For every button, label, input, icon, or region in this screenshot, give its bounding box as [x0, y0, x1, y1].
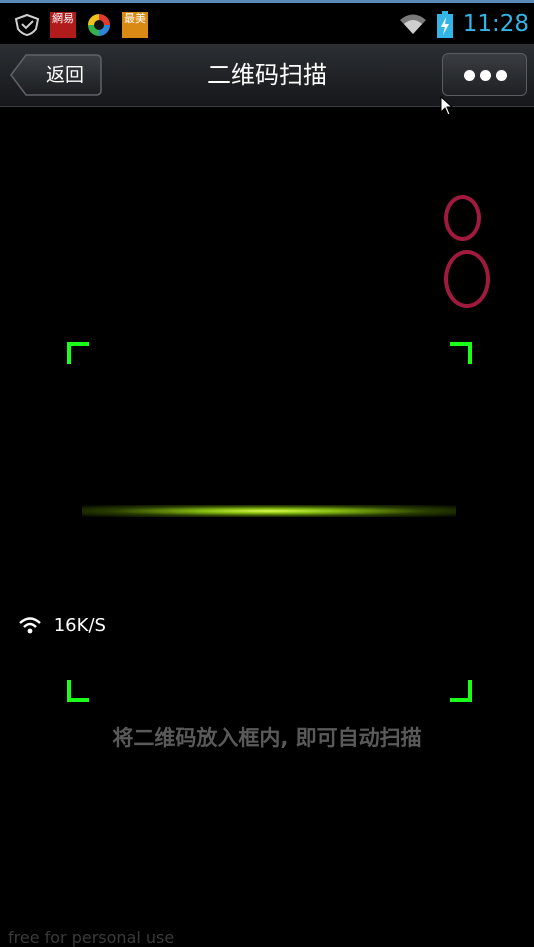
zuimei-app-icon: 最美	[122, 12, 148, 38]
wifi-speed-icon	[18, 615, 54, 636]
more-button[interactable]	[442, 53, 527, 96]
watermark: free for personal use	[8, 928, 175, 947]
ring-decoration-top	[444, 195, 481, 241]
mouse-cursor-icon	[440, 95, 454, 120]
wifi-icon	[398, 12, 428, 40]
scan-frame-corner-top-left	[67, 342, 89, 364]
network-speed-value: 16K/S	[53, 615, 106, 636]
scan-frame-corner-bottom-right	[450, 680, 472, 702]
scan-frame-corner-bottom-left	[67, 680, 89, 702]
netease-app-icon: 網易	[50, 12, 76, 38]
shield-icon	[14, 13, 40, 41]
ring-decoration-bottom	[444, 250, 490, 308]
back-button[interactable]: 返回	[10, 54, 102, 96]
network-speed: 16K/S	[18, 612, 106, 640]
clock: 11:28	[462, 11, 529, 37]
scan-frame-corner-top-right	[450, 342, 472, 364]
status-bar: 網易 最美 11:28	[0, 0, 534, 44]
back-button-label: 返回	[45, 64, 84, 86]
circle-app-icon	[86, 12, 112, 42]
scan-line	[82, 505, 456, 517]
scan-hint: 将二维码放入框内, 即可自动扫描	[112, 726, 422, 750]
battery-icon	[436, 11, 454, 43]
